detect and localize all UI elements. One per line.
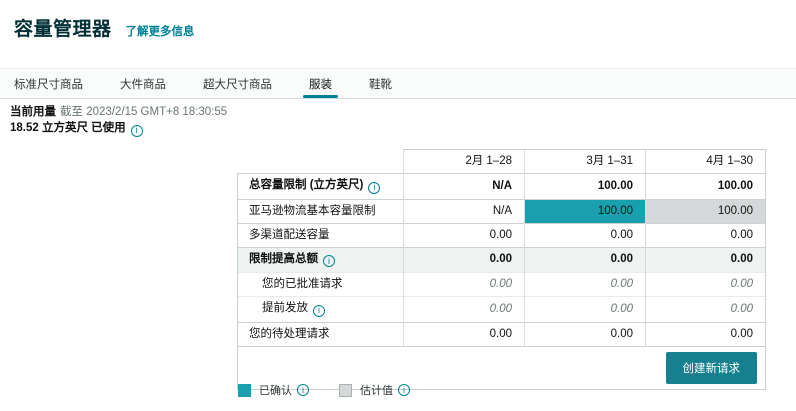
row-label: 您的已批准请求 — [262, 278, 343, 290]
legend-item-confirmed: 已确认 — [238, 382, 309, 398]
row-limit-increase-total: 限制提高总额 0.00 0.00 0.00 — [237, 246, 766, 273]
tab-standard-size[interactable]: 标准尺寸商品 — [14, 69, 83, 98]
column-header-apr: 4月 1–30 — [645, 149, 766, 174]
confirmed-swatch-icon — [238, 383, 251, 397]
row-label: 您的待处理请求 — [249, 327, 330, 340]
cell-value: 0.00 — [403, 296, 525, 322]
legend-label: 估计值 — [360, 385, 393, 397]
legend: 已确认 估计值 — [238, 382, 410, 398]
tab-oversize[interactable]: 大件商品 — [120, 69, 166, 98]
info-icon[interactable] — [368, 181, 381, 194]
cell-value: 0.00 — [645, 222, 766, 247]
learn-more-link[interactable]: 了解更多信息 — [126, 23, 195, 39]
row-pending-requests: 您的待处理请求 0.00 0.00 0.00 — [237, 321, 766, 346]
tab-apparel[interactable]: 服装 — [303, 69, 338, 98]
capacity-table: 2月 1–28 3月 1–31 4月 1–30 总容量限制 (立方英尺) N/A… — [237, 149, 766, 390]
cell-value: 100.00 — [524, 173, 646, 199]
row-label: 限制提高总额 — [249, 252, 318, 265]
legend-label: 已确认 — [259, 385, 292, 397]
cell-value: 0.00 — [403, 246, 525, 273]
row-fba-base-capacity-limit: 亚马逊物流基本容量限制 N/A 100.00 100.00 — [237, 198, 766, 223]
tab-bar: 标准尺寸商品 大件商品 超大尺寸商品 服装 鞋靴 — [0, 68, 796, 99]
tab-extra-large[interactable]: 超大尺寸商品 — [203, 69, 272, 98]
info-icon[interactable] — [130, 124, 143, 137]
tab-footwear[interactable]: 鞋靴 — [369, 69, 392, 98]
cell-value: 0.00 — [524, 296, 646, 322]
usage-amount: 18.52 立方英尺 已使用 — [10, 122, 126, 134]
cell-value: 0.00 — [403, 272, 525, 297]
cell-value: 0.00 — [524, 321, 646, 346]
estimated-swatch-icon — [339, 383, 352, 397]
cell-value: 0.00 — [645, 321, 766, 346]
row-early-release: 提前发放 0.00 0.00 0.00 — [237, 296, 766, 322]
page-header: 容量管理器 了解更多信息 — [0, 0, 796, 41]
row-multichannel-capacity: 多渠道配送容量 0.00 0.00 0.00 — [237, 222, 766, 247]
table-header-row: 2月 1–28 3月 1–31 4月 1–30 — [237, 149, 766, 174]
column-header-feb: 2月 1–28 — [403, 149, 525, 174]
cell-value: 100.00 — [645, 173, 766, 199]
usage-as-of: 截至 2023/2/15 GMT+8 18:30:55 — [60, 106, 228, 118]
current-usage-section: 当前用量 截至 2023/2/15 GMT+8 18:30:55 18.52 立方… — [0, 99, 796, 137]
cell-value-estimated: 100.00 — [645, 198, 766, 223]
cell-value: N/A — [403, 173, 525, 199]
cell-value: 0.00 — [403, 222, 525, 247]
row-total-capacity-limit: 总容量限制 (立方英尺) N/A 100.00 100.00 — [237, 173, 766, 199]
column-header-mar: 3月 1–31 — [524, 149, 646, 174]
info-icon[interactable] — [398, 384, 410, 396]
cell-value: 0.00 — [645, 272, 766, 297]
row-label: 多渠道配送容量 — [249, 228, 330, 241]
row-label: 总容量限制 (立方英尺) — [249, 179, 364, 191]
info-icon[interactable] — [323, 255, 335, 267]
cell-value: 0.00 — [403, 321, 525, 346]
usage-heading: 当前用量 截至 2023/2/15 GMT+8 18:30:55 — [10, 105, 782, 120]
cell-value: N/A — [403, 198, 525, 223]
info-icon[interactable] — [297, 384, 309, 396]
row-label: 提前发放 — [262, 302, 308, 314]
cell-value-confirmed: 100.00 — [524, 198, 646, 223]
capacity-table-wrap: 2月 1–28 3月 1–31 4月 1–30 总容量限制 (立方英尺) N/A… — [237, 149, 766, 390]
page-title: 容量管理器 — [14, 19, 112, 40]
legend-item-estimated: 估计值 — [339, 382, 410, 398]
info-icon[interactable] — [313, 304, 325, 317]
cell-value: 0.00 — [645, 296, 766, 322]
usage-label: 当前用量 — [10, 106, 56, 118]
table-corner — [237, 149, 404, 174]
cell-value: 0.00 — [524, 246, 646, 273]
create-request-button[interactable]: 创建新请求 — [665, 351, 757, 384]
cell-value: 0.00 — [524, 222, 646, 247]
row-approved-requests: 您的已批准请求 0.00 0.00 0.00 — [237, 272, 766, 297]
cell-value: 0.00 — [645, 246, 766, 273]
cell-value: 0.00 — [524, 272, 646, 297]
usage-amount-line: 18.52 立方英尺 已使用 — [10, 121, 782, 137]
row-label: 亚马逊物流基本容量限制 — [249, 204, 376, 217]
